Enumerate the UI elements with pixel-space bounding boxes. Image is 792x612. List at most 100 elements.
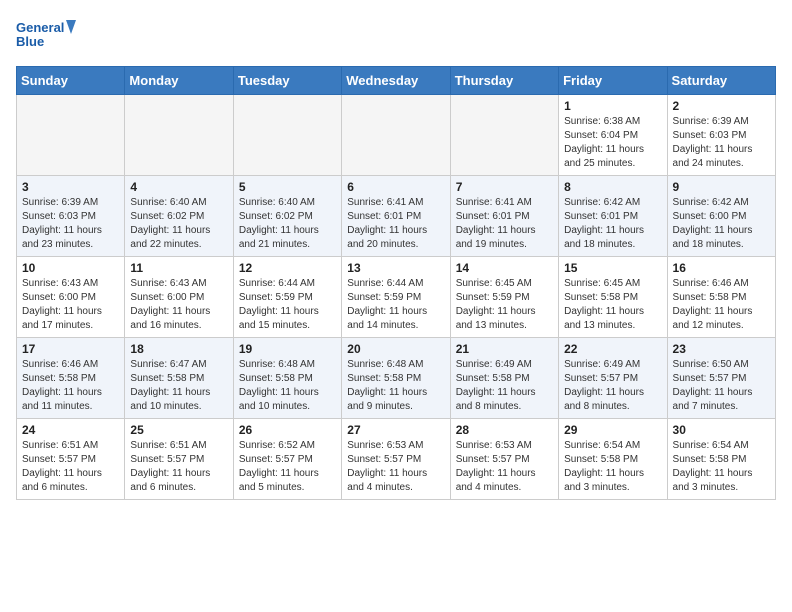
day-number: 1: [564, 99, 661, 113]
calendar-day-cell: 9 Sunrise: 6:42 AM Sunset: 6:00 PM Daylig…: [667, 176, 775, 257]
day-number: 10: [22, 261, 119, 275]
calendar-day-cell: 25 Sunrise: 6:51 AM Sunset: 5:57 PM Dayli…: [125, 419, 233, 500]
day-number: 28: [456, 423, 553, 437]
day-info: Sunrise: 6:49 AM Sunset: 5:57 PM Dayligh…: [564, 358, 661, 414]
day-number: 18: [130, 342, 227, 356]
calendar-day-cell: 6 Sunrise: 6:41 AM Sunset: 6:01 PM Daylig…: [342, 176, 450, 257]
calendar-day-cell: 26 Sunrise: 6:52 AM Sunset: 5:57 PM Dayli…: [233, 419, 341, 500]
weekday-header-wednesday: Wednesday: [342, 67, 450, 95]
calendar-week-row: 17Sunrise: 6:46 AM Sunset: 5:58 PM Dayli…: [17, 338, 776, 419]
day-number: 29: [564, 423, 661, 437]
day-info: Sunrise: 6:52 AM Sunset: 5:57 PM Dayligh…: [239, 439, 336, 495]
calendar-day-cell: 1 Sunrise: 6:38 AM Sunset: 6:04 PM Daylig…: [559, 95, 667, 176]
calendar-day-cell: 10 Sunrise: 6:43 AM Sunset: 6:00 PM Dayli…: [17, 257, 125, 338]
day-info: Sunrise: 6:45 AM Sunset: 5:59 PM Dayligh…: [456, 277, 553, 333]
weekday-header-friday: Friday: [559, 67, 667, 95]
day-number: 27: [347, 423, 444, 437]
day-info: Sunrise: 6:41 AM Sunset: 6:01 PM Dayligh…: [456, 196, 553, 252]
weekday-header-saturday: Saturday: [667, 67, 775, 95]
calendar-day-cell: [450, 95, 558, 176]
calendar-day-cell: 24 Sunrise: 6:51 AM Sunset: 5:57 PM Dayli…: [17, 419, 125, 500]
calendar-table: SundayMondayTuesdayWednesdayThursdayFrid…: [16, 66, 776, 500]
calendar-day-cell: 22 Sunrise: 6:49 AM Sunset: 5:57 PM Dayli…: [559, 338, 667, 419]
day-info: Sunrise: 6:53 AM Sunset: 5:57 PM Dayligh…: [347, 439, 444, 495]
calendar-day-cell: [233, 95, 341, 176]
calendar-day-cell: 17Sunrise: 6:46 AM Sunset: 5:58 PM Dayli…: [17, 338, 125, 419]
day-number: 30: [673, 423, 770, 437]
calendar-day-cell: [125, 95, 233, 176]
day-number: 23: [673, 342, 770, 356]
calendar-day-cell: 29 Sunrise: 6:54 AM Sunset: 5:58 PM Dayli…: [559, 419, 667, 500]
calendar-day-cell: 16Sunrise: 6:46 AM Sunset: 5:58 PM Dayli…: [667, 257, 775, 338]
weekday-header-monday: Monday: [125, 67, 233, 95]
calendar-day-cell: 27 Sunrise: 6:53 AM Sunset: 5:57 PM Dayli…: [342, 419, 450, 500]
calendar-day-cell: 7 Sunrise: 6:41 AM Sunset: 6:01 PM Daylig…: [450, 176, 558, 257]
day-info: Sunrise: 6:51 AM Sunset: 5:57 PM Dayligh…: [130, 439, 227, 495]
calendar-day-cell: 4Sunrise: 6:40 AM Sunset: 6:02 PM Daylig…: [125, 176, 233, 257]
calendar-day-cell: 20 Sunrise: 6:48 AM Sunset: 5:58 PM Dayli…: [342, 338, 450, 419]
calendar-day-cell: 15Sunrise: 6:45 AM Sunset: 5:58 PM Dayli…: [559, 257, 667, 338]
day-info: Sunrise: 6:41 AM Sunset: 6:01 PM Dayligh…: [347, 196, 444, 252]
day-info: Sunrise: 6:48 AM Sunset: 5:58 PM Dayligh…: [347, 358, 444, 414]
day-info: Sunrise: 6:49 AM Sunset: 5:58 PM Dayligh…: [456, 358, 553, 414]
day-info: Sunrise: 6:53 AM Sunset: 5:57 PM Dayligh…: [456, 439, 553, 495]
day-number: 7: [456, 180, 553, 194]
logo-icon: General Blue: [16, 16, 76, 58]
day-number: 5: [239, 180, 336, 194]
day-info: Sunrise: 6:43 AM Sunset: 6:00 PM Dayligh…: [22, 277, 119, 333]
day-number: 21: [456, 342, 553, 356]
day-info: Sunrise: 6:51 AM Sunset: 5:57 PM Dayligh…: [22, 439, 119, 495]
calendar-day-cell: 12Sunrise: 6:44 AM Sunset: 5:59 PM Dayli…: [233, 257, 341, 338]
day-number: 25: [130, 423, 227, 437]
page-header: General Blue: [16, 16, 776, 58]
calendar-week-row: 10 Sunrise: 6:43 AM Sunset: 6:00 PM Dayli…: [17, 257, 776, 338]
day-info: Sunrise: 6:54 AM Sunset: 5:58 PM Dayligh…: [673, 439, 770, 495]
day-info: Sunrise: 6:45 AM Sunset: 5:58 PM Dayligh…: [564, 277, 661, 333]
day-info: Sunrise: 6:47 AM Sunset: 5:58 PM Dayligh…: [130, 358, 227, 414]
weekday-header-thursday: Thursday: [450, 67, 558, 95]
calendar-week-row: 24 Sunrise: 6:51 AM Sunset: 5:57 PM Dayli…: [17, 419, 776, 500]
calendar-day-cell: 11 Sunrise: 6:43 AM Sunset: 6:00 PM Dayli…: [125, 257, 233, 338]
weekday-header-sunday: Sunday: [17, 67, 125, 95]
calendar-day-cell: 5 Sunrise: 6:40 AM Sunset: 6:02 PM Daylig…: [233, 176, 341, 257]
calendar-day-cell: 28 Sunrise: 6:53 AM Sunset: 5:57 PM Dayli…: [450, 419, 558, 500]
calendar-day-cell: 21 Sunrise: 6:49 AM Sunset: 5:58 PM Dayli…: [450, 338, 558, 419]
day-info: Sunrise: 6:43 AM Sunset: 6:00 PM Dayligh…: [130, 277, 227, 333]
calendar-day-cell: 18 Sunrise: 6:47 AM Sunset: 5:58 PM Dayli…: [125, 338, 233, 419]
day-number: 6: [347, 180, 444, 194]
calendar-day-cell: 30 Sunrise: 6:54 AM Sunset: 5:58 PM Dayli…: [667, 419, 775, 500]
weekday-header-tuesday: Tuesday: [233, 67, 341, 95]
svg-text:Blue: Blue: [16, 34, 44, 49]
day-info: Sunrise: 6:50 AM Sunset: 5:57 PM Dayligh…: [673, 358, 770, 414]
day-info: Sunrise: 6:54 AM Sunset: 5:58 PM Dayligh…: [564, 439, 661, 495]
day-number: 2: [673, 99, 770, 113]
day-number: 24: [22, 423, 119, 437]
calendar-day-cell: 14 Sunrise: 6:45 AM Sunset: 5:59 PM Dayli…: [450, 257, 558, 338]
day-info: Sunrise: 6:46 AM Sunset: 5:58 PM Dayligh…: [22, 358, 119, 414]
calendar-week-row: 1 Sunrise: 6:38 AM Sunset: 6:04 PM Daylig…: [17, 95, 776, 176]
svg-text:General: General: [16, 20, 64, 35]
day-number: 22: [564, 342, 661, 356]
day-info: Sunrise: 6:39 AM Sunset: 6:03 PM Dayligh…: [673, 115, 770, 171]
calendar-day-cell: 8Sunrise: 6:42 AM Sunset: 6:01 PM Daylig…: [559, 176, 667, 257]
calendar-day-cell: [17, 95, 125, 176]
day-info: Sunrise: 6:46 AM Sunset: 5:58 PM Dayligh…: [673, 277, 770, 333]
day-info: Sunrise: 6:42 AM Sunset: 6:00 PM Dayligh…: [673, 196, 770, 252]
day-number: 3: [22, 180, 119, 194]
day-number: 12: [239, 261, 336, 275]
day-info: Sunrise: 6:44 AM Sunset: 5:59 PM Dayligh…: [347, 277, 444, 333]
day-info: Sunrise: 6:38 AM Sunset: 6:04 PM Dayligh…: [564, 115, 661, 171]
logo: General Blue: [16, 16, 76, 58]
day-number: 9: [673, 180, 770, 194]
day-info: Sunrise: 6:40 AM Sunset: 6:02 PM Dayligh…: [239, 196, 336, 252]
calendar-day-cell: 13 Sunrise: 6:44 AM Sunset: 5:59 PM Dayli…: [342, 257, 450, 338]
calendar-day-cell: 19Sunrise: 6:48 AM Sunset: 5:58 PM Dayli…: [233, 338, 341, 419]
day-number: 11: [130, 261, 227, 275]
day-number: 14: [456, 261, 553, 275]
day-info: Sunrise: 6:48 AM Sunset: 5:58 PM Dayligh…: [239, 358, 336, 414]
calendar-day-cell: 2 Sunrise: 6:39 AM Sunset: 6:03 PM Daylig…: [667, 95, 775, 176]
day-number: 26: [239, 423, 336, 437]
day-info: Sunrise: 6:39 AM Sunset: 6:03 PM Dayligh…: [22, 196, 119, 252]
day-number: 13: [347, 261, 444, 275]
day-number: 20: [347, 342, 444, 356]
